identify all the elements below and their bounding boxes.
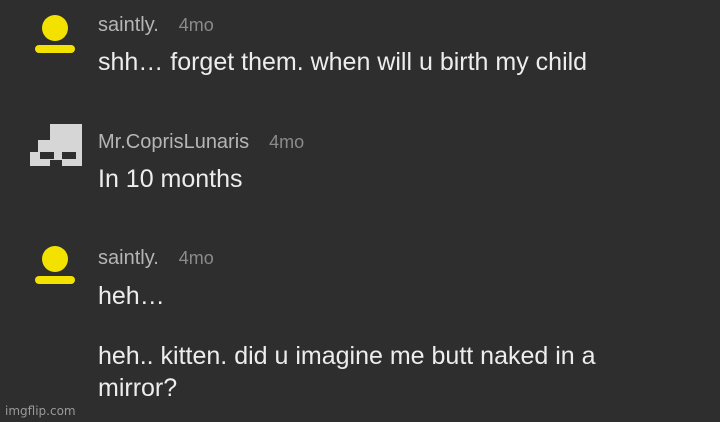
user-icon[interactable] bbox=[30, 243, 80, 285]
comment-text: heh… bbox=[98, 282, 165, 310]
imgflip-watermark: imgflip.com bbox=[5, 404, 76, 418]
comment-username[interactable]: saintly. bbox=[98, 13, 159, 37]
comment-text: shh… forget them. when will u birth my c… bbox=[98, 48, 588, 76]
comment-username[interactable]: saintly. bbox=[98, 246, 159, 270]
comment-timestamp: 4mo bbox=[178, 248, 214, 268]
comment-username[interactable]: Mr.CoprisLunaris bbox=[98, 130, 249, 154]
pixel-robot-icon[interactable] bbox=[30, 124, 82, 166]
comment-thread: saintly. 4mo shh… forget them. when will… bbox=[0, 0, 720, 422]
comment-text: heh.. kitten. did u imagine me butt nake… bbox=[98, 342, 596, 402]
user-icon[interactable] bbox=[30, 12, 80, 54]
comment-timestamp: 4mo bbox=[178, 15, 214, 35]
comment-timestamp: 4mo bbox=[269, 132, 305, 152]
comment-text: In 10 months bbox=[98, 165, 243, 193]
